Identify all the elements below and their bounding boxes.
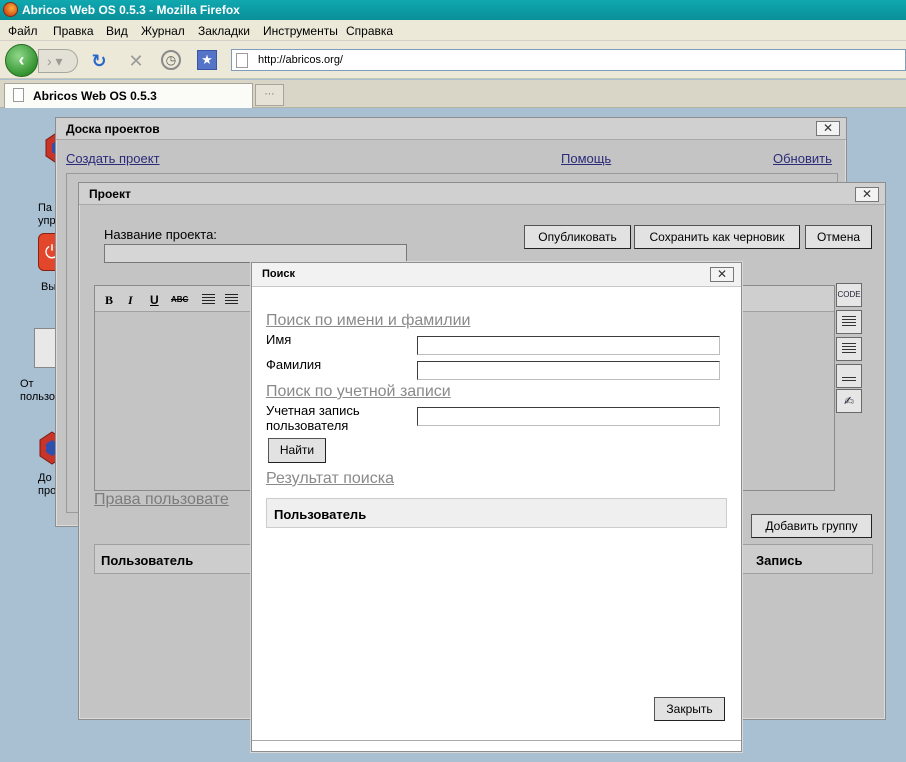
browser-titlebar: Abricos Web OS 0.5.3 - Mozilla Firefox [0, 0, 906, 20]
back-button[interactable]: ‹ [5, 44, 38, 77]
save-draft-button[interactable]: Сохранить как черновик [634, 225, 800, 249]
search-titlebar: Поиск ✕ [252, 263, 741, 287]
bold-button[interactable]: B [105, 293, 113, 308]
account-label: Учетная запись пользователя [266, 403, 360, 433]
italic-button[interactable]: I [128, 293, 133, 308]
by-account-header: Поиск по учетной записи [266, 383, 451, 400]
align-center-icon[interactable] [225, 294, 238, 304]
project-close-icon[interactable]: ✕ [855, 187, 879, 202]
result-table-header: Пользователь [266, 498, 727, 528]
board-titlebar: Доска проектов ✕ [56, 118, 846, 140]
refresh-link[interactable]: Обновить [773, 151, 832, 166]
page-icon [13, 88, 24, 102]
rights-col-user: Пользователь [101, 553, 194, 568]
tab-strip: Abricos Web OS 0.5.3 ⋯ [0, 80, 906, 108]
rights-section-header: Права пользовате [94, 491, 229, 508]
project-title: Проект [89, 187, 131, 201]
hand-tool-icon[interactable]: ✍ [836, 389, 862, 413]
menu-bookmarks[interactable]: Закладки [198, 24, 250, 38]
firefox-icon [3, 2, 18, 17]
account-input[interactable] [417, 407, 720, 426]
result-header: Результат поиска [266, 470, 394, 487]
last-name-input[interactable] [417, 361, 720, 380]
board-close-icon[interactable]: ✕ [816, 121, 840, 136]
find-button[interactable]: Найти [268, 438, 326, 463]
url-text[interactable]: http://abricos.org/ [258, 54, 343, 66]
nav-toolbar: ‹ › ▾ ↻ ✕ ◷ ★ http://abricos.org/ [0, 41, 906, 79]
search-dialog: Поиск ✕ Поиск по имени и фамилии Имя Фам… [251, 262, 742, 752]
rights-col-account: Запись [756, 553, 803, 568]
insert-table-icon[interactable] [836, 310, 862, 334]
first-name-input[interactable] [417, 336, 720, 355]
bookmark-star-icon[interactable]: ★ [197, 50, 217, 70]
menu-tools[interactable]: Инструменты [263, 24, 338, 38]
publish-button[interactable]: Опубликовать [524, 225, 631, 249]
new-tab-button[interactable]: ⋯ [255, 84, 284, 106]
history-icon[interactable]: ◷ [161, 50, 181, 70]
menu-edit[interactable]: Правка [53, 24, 94, 38]
insert-list-icon[interactable] [836, 337, 862, 361]
by-name-header: Поиск по имени и фамилии [266, 312, 471, 329]
menu-file[interactable]: Файл [8, 24, 38, 38]
close-button[interactable]: Закрыть [654, 697, 725, 721]
search-close-icon[interactable]: ✕ [710, 267, 734, 282]
last-name-label: Фамилия [266, 357, 322, 372]
url-bar[interactable]: http://abricos.org/ [231, 49, 906, 71]
tab-label: Abricos Web OS 0.5.3 [33, 89, 157, 103]
project-name-label: Название проекта: [104, 227, 217, 242]
help-link[interactable]: Помощь [561, 151, 611, 166]
add-group-button[interactable]: Добавить группу [751, 514, 872, 538]
forward-button[interactable]: › ▾ [38, 49, 78, 73]
menu-help[interactable]: Справка [346, 24, 393, 38]
menu-bar: Файл Правка Вид Журнал Закладки Инструме… [0, 20, 906, 41]
first-name-label: Имя [266, 332, 292, 347]
cancel-button[interactable]: Отмена [805, 225, 872, 249]
code-button[interactable]: CODE [836, 283, 862, 307]
project-titlebar: Проект ✕ [79, 183, 885, 205]
desktop-icon-label: Вы [41, 281, 57, 293]
page-icon [236, 53, 248, 68]
stop-icon[interactable]: ✕ [125, 50, 147, 72]
align-left-icon[interactable] [202, 294, 215, 304]
menu-history[interactable]: Журнал [141, 24, 185, 38]
reload-icon[interactable]: ↻ [88, 50, 110, 72]
dialog-footer-divider [252, 740, 741, 741]
create-project-link[interactable]: Создать проект [66, 151, 160, 166]
insert-line-icon[interactable] [836, 364, 862, 388]
window-title: Abricos Web OS 0.5.3 - Mozilla Firefox [22, 3, 240, 17]
strike-button[interactable]: ABC [171, 295, 188, 304]
project-name-input[interactable] [104, 244, 407, 263]
tab-abricos[interactable]: Abricos Web OS 0.5.3 [4, 83, 253, 108]
result-col-user: Пользователь [274, 507, 367, 522]
reports-icon [34, 328, 56, 368]
board-title: Доска проектов [66, 122, 160, 136]
search-title: Поиск [262, 268, 296, 280]
menu-view[interactable]: Вид [106, 24, 128, 38]
underline-button[interactable]: U [150, 293, 159, 307]
